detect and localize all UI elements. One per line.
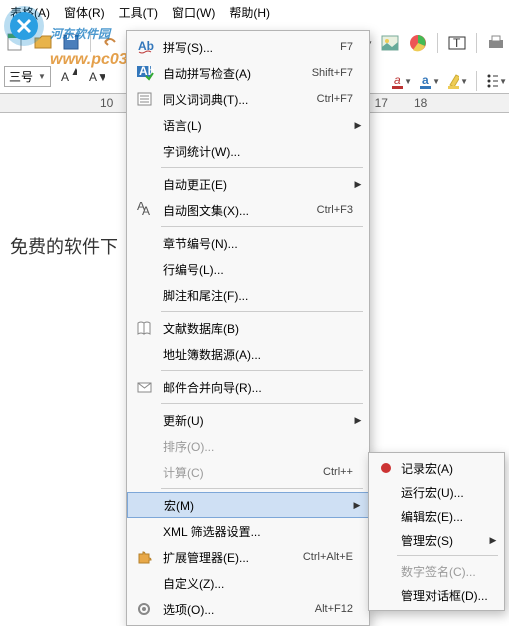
submenu-organize[interactable]: 管理宏(S) ▶ xyxy=(369,528,504,552)
svg-text:a: a xyxy=(394,73,401,87)
gear-icon xyxy=(133,599,157,619)
menubar: 表格(A) 窗体(R) 工具(T) 窗口(W) 帮助(H) xyxy=(0,0,509,25)
autocheck-icon: Ab xyxy=(133,63,157,83)
font-size-label: 三号 xyxy=(9,68,33,85)
menu-window[interactable]: 窗口(W) xyxy=(172,4,215,21)
menu-macro[interactable]: 宏(M)▶ xyxy=(127,492,369,518)
autotext-icon: AA xyxy=(133,200,157,220)
menu-xmlfilter[interactable]: XML 筛选器设置... xyxy=(127,518,369,544)
menu-calculate: 计算(C) Ctrl++ xyxy=(127,459,369,485)
bullets-icon[interactable]: ▼ xyxy=(485,70,507,92)
menu-language[interactable]: 语言(L) ▶ xyxy=(127,112,369,138)
font-grow-icon[interactable]: A▲ xyxy=(57,65,79,87)
menu-sort: 排序(O)... xyxy=(127,433,369,459)
menu-autotext[interactable]: AA 自动图文集(X)... Ctrl+F3 xyxy=(127,197,369,223)
submenu-edit[interactable]: 编辑宏(E)... xyxy=(369,504,504,528)
menu-spellcheck[interactable]: Ab 拼写(S)... F7 xyxy=(127,34,369,60)
image-icon[interactable] xyxy=(379,32,401,54)
svg-text:A: A xyxy=(61,70,69,84)
menu-update[interactable]: 更新(U)▶ xyxy=(127,407,369,433)
textbox-icon[interactable]: T xyxy=(446,32,468,54)
highlight-icon[interactable]: a▼ xyxy=(418,70,440,92)
macro-submenu: 记录宏(A) 运行宏(U)... 编辑宏(E)... 管理宏(S) ▶ 数字签名… xyxy=(368,452,505,611)
menu-chapter[interactable]: 章节编号(N)... xyxy=(127,230,369,256)
menu-font[interactable]: 窗体(R) xyxy=(64,4,105,21)
menu-extmanager[interactable]: 扩展管理器(E)... Ctrl+Alt+E xyxy=(127,544,369,570)
undo-icon[interactable] xyxy=(99,31,121,53)
menu-autocheck[interactable]: Ab 自动拼写检查(A) Shift+F7 xyxy=(127,60,369,86)
menu-thesaurus[interactable]: 同义词词典(T)... Ctrl+F7 xyxy=(127,86,369,112)
menu-footnote[interactable]: 脚注和尾注(F)... xyxy=(127,282,369,308)
document-text: 免费的软件下 xyxy=(10,237,118,257)
svg-text:A: A xyxy=(142,204,150,218)
svg-text:a: a xyxy=(422,73,429,87)
menu-autocorrect[interactable]: 自动更正(E) ▶ xyxy=(127,171,369,197)
marker-icon[interactable]: ▼ xyxy=(446,70,468,92)
book-icon xyxy=(133,318,157,338)
thesaurus-icon xyxy=(133,89,157,109)
svg-text:▼: ▼ xyxy=(97,70,105,84)
svg-text:T: T xyxy=(453,36,461,50)
menu-bibliography[interactable]: 文献数据库(B) xyxy=(127,315,369,341)
right-toolbar-2: a▼ a▼ ▼ ▼ xyxy=(390,70,507,92)
spellcheck-icon: Ab xyxy=(133,37,157,57)
fontcolor-icon[interactable]: a▼ xyxy=(390,70,412,92)
menu-linenumber[interactable]: 行编号(L)... xyxy=(127,256,369,282)
submenu-run[interactable]: 运行宏(U)... xyxy=(369,480,504,504)
svg-text:A: A xyxy=(89,70,97,84)
submenu-dialog[interactable]: 管理对话框(D)... xyxy=(369,583,504,607)
menu-addressbook[interactable]: 地址簿数据源(A)... xyxy=(127,341,369,367)
font-shrink-icon[interactable]: A▼ xyxy=(85,65,107,87)
submenu-signature: 数字签名(C)... xyxy=(369,559,504,583)
menu-help[interactable]: 帮助(H) xyxy=(229,4,270,21)
app-logo xyxy=(0,2,48,50)
font-size-select[interactable]: 三号 ▼ xyxy=(4,66,51,87)
submenu-record[interactable]: 记录宏(A) xyxy=(369,456,504,480)
puzzle-icon xyxy=(133,547,157,567)
menu-tools[interactable]: 工具(T) xyxy=(119,4,158,21)
save-icon[interactable] xyxy=(60,31,82,53)
menu-customize[interactable]: 自定义(Z)... xyxy=(127,570,369,596)
svg-text:▲: ▲ xyxy=(70,67,77,78)
menu-options[interactable]: 选项(O)... Alt+F12 xyxy=(127,596,369,622)
menu-wordcount[interactable]: 字词统计(W)... xyxy=(127,138,369,164)
mail-icon xyxy=(133,377,157,397)
menu-mailmerge[interactable]: 邮件合并向导(R)... xyxy=(127,374,369,400)
chart-icon[interactable] xyxy=(407,32,429,54)
right-toolbar-1: ▼ T xyxy=(351,32,507,54)
record-icon xyxy=(375,459,397,477)
print2-icon[interactable] xyxy=(485,32,507,54)
tools-menu: Ab 拼写(S)... F7 Ab 自动拼写检查(A) Shift+F7 同义词… xyxy=(126,30,370,626)
